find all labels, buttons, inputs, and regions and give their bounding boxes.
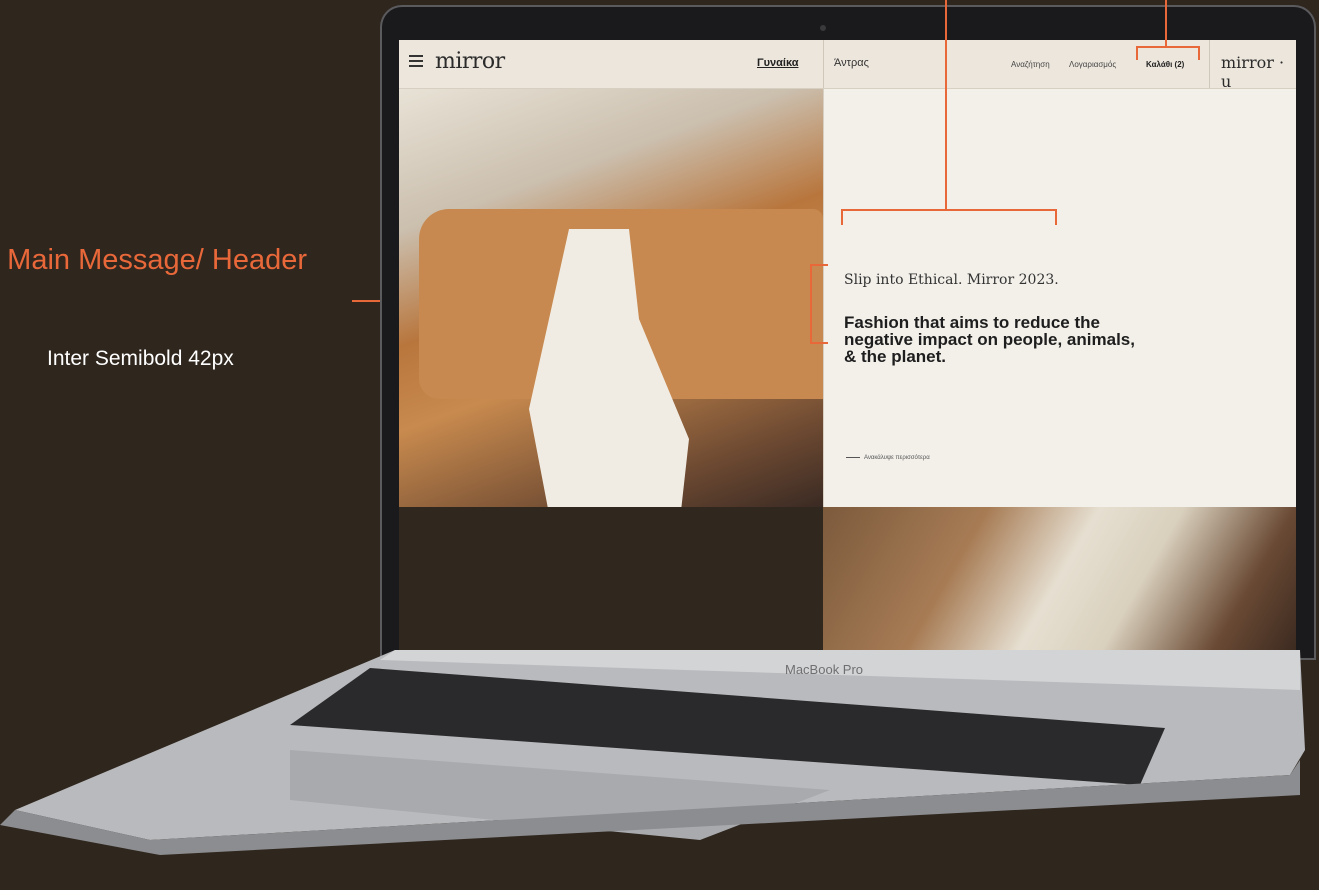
dark-panel bbox=[399, 507, 823, 650]
camera-icon bbox=[820, 25, 826, 31]
nav-divider-right bbox=[1209, 40, 1210, 88]
annotation-title: Main Message/ Header bbox=[7, 244, 307, 276]
eyebrow-callout bbox=[841, 209, 1057, 225]
site-logo[interactable]: mirror bbox=[435, 49, 505, 74]
nav-search-link[interactable]: Αναζήτηση bbox=[1011, 60, 1050, 69]
cart-callout-line bbox=[1165, 0, 1167, 46]
nav-divider bbox=[823, 40, 824, 88]
hero-text-panel: Slip into Ethical. Mirror 2023. Fashion … bbox=[823, 89, 1296, 507]
nav-cart-link[interactable]: Καλάθι (2) bbox=[1146, 60, 1184, 69]
hero-headline: Fashion that aims to reduce the negative… bbox=[844, 313, 1135, 366]
nav-account-link[interactable]: Λογαριασμός bbox=[1069, 60, 1116, 69]
eyebrow-callout-line bbox=[945, 0, 947, 209]
mirror-u-logo[interactable]: mirror · u bbox=[1221, 53, 1296, 91]
nav-women-link[interactable]: Γυναίκα bbox=[757, 57, 798, 69]
annotation-subtitle: Inter Semibold 42px bbox=[47, 347, 234, 370]
discover-more-link[interactable]: Ανακάλυψε περισσότερα bbox=[846, 455, 930, 461]
laptop-base bbox=[0, 650, 1305, 855]
hero-photo bbox=[399, 89, 823, 529]
macbook-label: MacBook Pro bbox=[785, 662, 864, 677]
cart-callout bbox=[1136, 46, 1200, 60]
laptop-screen: mirror Γυναίκα Άντρας Αναζήτηση Λογαριασ… bbox=[399, 40, 1296, 650]
hamburger-menu-icon[interactable] bbox=[409, 55, 423, 69]
secondary-photo bbox=[823, 507, 1296, 650]
headline-callout-bracket bbox=[810, 264, 828, 344]
hero-eyebrow: Slip into Ethical. Mirror 2023. bbox=[844, 272, 1059, 288]
nav-men-link[interactable]: Άντρας bbox=[834, 57, 869, 69]
